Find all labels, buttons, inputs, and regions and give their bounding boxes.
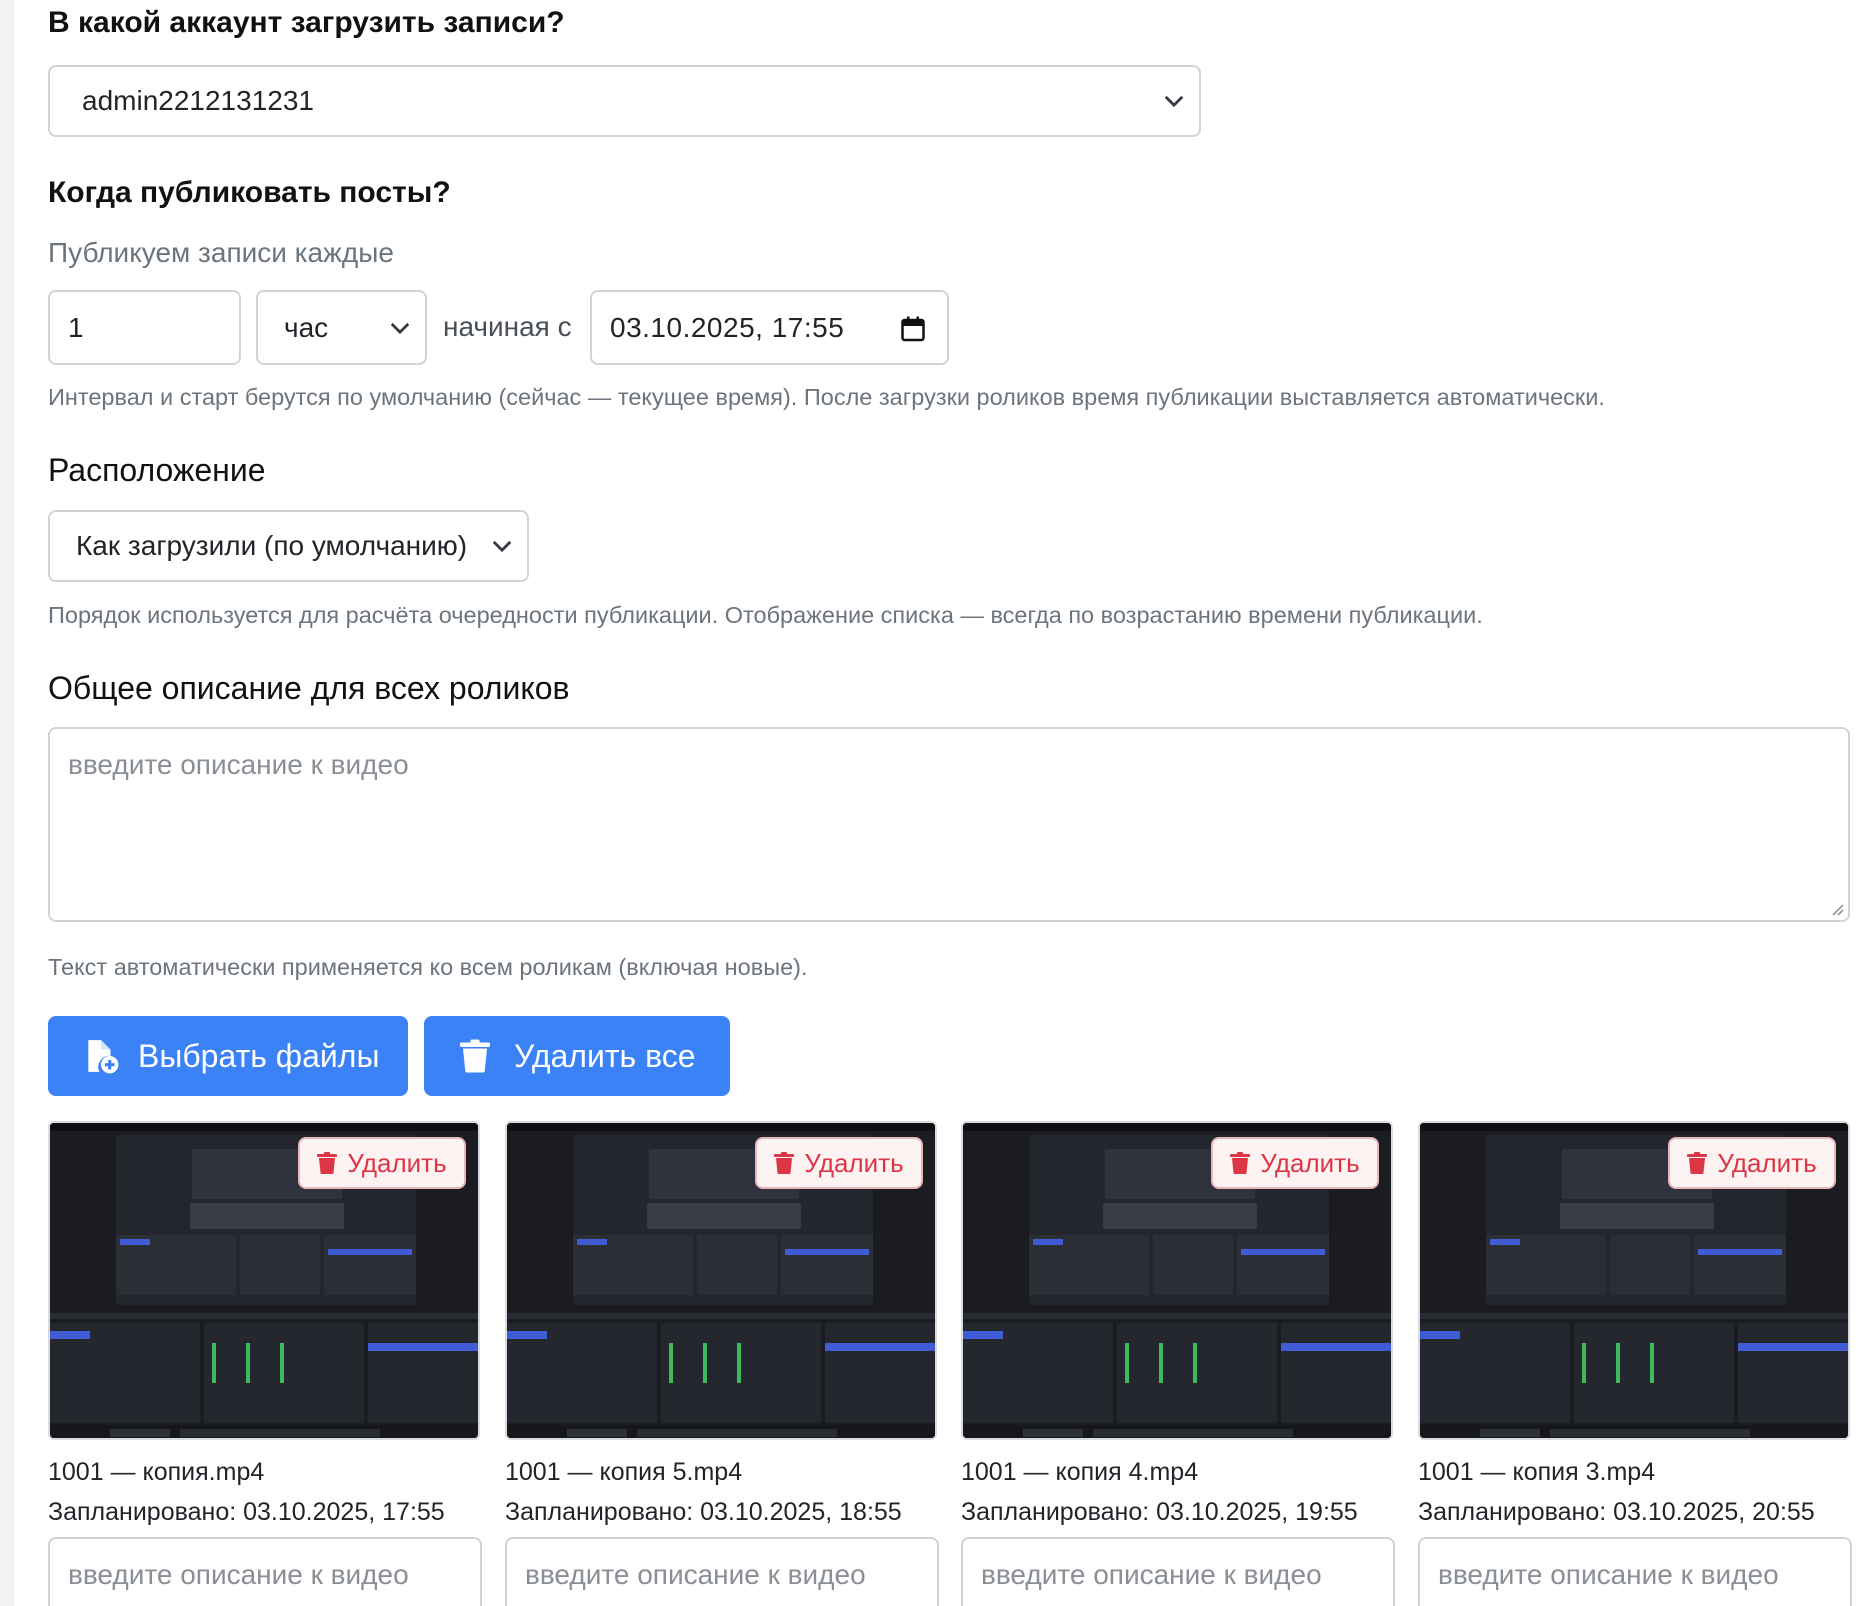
account-select-value: admin2212131231: [82, 85, 314, 116]
delete-video-button[interactable]: Удалить: [755, 1137, 923, 1189]
schedule-heading: Когда публиковать посты?: [48, 176, 451, 209]
interval-unit-value: час: [284, 311, 329, 343]
file-plus-icon: [88, 1040, 119, 1074]
interval-value-input[interactable]: 1: [48, 290, 241, 365]
interval-label: Публикуем записи каждые: [48, 237, 394, 268]
start-datetime-value: 03.10.2025, 17:55: [610, 311, 845, 343]
chevron-down-icon: [492, 540, 512, 553]
delete-all-label: Удалить все: [514, 1037, 696, 1074]
left-rail: [0, 0, 14, 1606]
trash-icon: [317, 1152, 338, 1174]
video-filename: 1001 — копия.mp4: [48, 1458, 265, 1486]
delete-all-button[interactable]: Удалить все: [424, 1016, 730, 1096]
video-description-input[interactable]: введите описание к видео: [48, 1537, 482, 1606]
video-description-input[interactable]: введите описание к видео: [1418, 1537, 1852, 1606]
video-filename: 1001 — копия 4.mp4: [961, 1458, 1199, 1486]
common-description-textarea[interactable]: введите описание к видео: [48, 727, 1850, 922]
choose-files-button[interactable]: Выбрать файлы: [48, 1016, 408, 1096]
video-description-placeholder: введите описание к видео: [68, 1559, 409, 1590]
interval-unit-select[interactable]: час: [256, 290, 427, 365]
delete-video-button[interactable]: Удалить: [1211, 1137, 1379, 1189]
video-thumbnail[interactable]: Удалить: [505, 1121, 937, 1440]
order-select-value: Как загрузили (по умолчанию): [76, 530, 468, 561]
video-description-input[interactable]: введите описание к видео: [505, 1537, 939, 1606]
video-scheduled-time: Запланировано: 03.10.2025, 17:55: [48, 1498, 445, 1526]
delete-video-label: Удалить: [1717, 1147, 1817, 1178]
video-description-placeholder: введите описание к видео: [1438, 1559, 1779, 1590]
chevron-down-icon: [390, 322, 410, 334]
trash-icon: [774, 1152, 795, 1174]
delete-video-button[interactable]: Удалить: [298, 1137, 466, 1189]
video-description-input[interactable]: введите описание к видео: [961, 1537, 1395, 1606]
video-scheduled-time: Запланировано: 03.10.2025, 18:55: [505, 1498, 902, 1526]
description-heading: Общее описание для всех роликов: [48, 670, 570, 706]
interval-value: 1: [68, 311, 84, 343]
delete-video-button[interactable]: Удалить: [1668, 1137, 1836, 1189]
video-description-placeholder: введите описание к видео: [981, 1559, 1322, 1590]
resize-handle-icon[interactable]: [1830, 902, 1844, 916]
video-thumbnail[interactable]: Удалить: [1418, 1121, 1850, 1440]
order-help: Порядок используется для расчёта очередн…: [48, 602, 1483, 628]
start-datetime-input[interactable]: 03.10.2025, 17:55: [590, 290, 949, 365]
video-filename: 1001 — копия 3.mp4: [1418, 1458, 1656, 1486]
video-scheduled-time: Запланировано: 03.10.2025, 19:55: [961, 1498, 1358, 1526]
trash-icon: [1230, 1152, 1251, 1174]
video-description-placeholder: введите описание к видео: [525, 1559, 866, 1590]
trash-icon: [460, 1039, 490, 1073]
chevron-down-icon: [1164, 95, 1184, 108]
choose-files-label: Выбрать файлы: [138, 1037, 380, 1074]
start-label: начиная с: [443, 311, 572, 342]
calendar-icon[interactable]: [901, 316, 925, 342]
trash-icon: [1687, 1152, 1708, 1174]
video-filename: 1001 — копия 5.mp4: [505, 1458, 743, 1486]
schedule-help: Интервал и старт берутся по умолчанию (с…: [48, 384, 1605, 410]
account-select[interactable]: admin2212131231: [48, 65, 1201, 137]
video-thumbnail[interactable]: Удалить: [48, 1121, 480, 1440]
description-help: Текст автоматически применяется ко всем …: [48, 954, 808, 980]
delete-video-label: Удалить: [347, 1147, 447, 1178]
delete-video-label: Удалить: [804, 1147, 904, 1178]
delete-video-label: Удалить: [1260, 1147, 1360, 1178]
video-scheduled-time: Запланировано: 03.10.2025, 20:55: [1418, 1498, 1815, 1526]
order-heading: Расположение: [48, 452, 266, 488]
account-heading: В какой аккаунт загрузить записи?: [48, 6, 565, 39]
common-description-placeholder: введите описание к видео: [68, 749, 409, 780]
order-select[interactable]: Как загрузили (по умолчанию): [48, 510, 529, 582]
video-thumbnail[interactable]: Удалить: [961, 1121, 1393, 1440]
